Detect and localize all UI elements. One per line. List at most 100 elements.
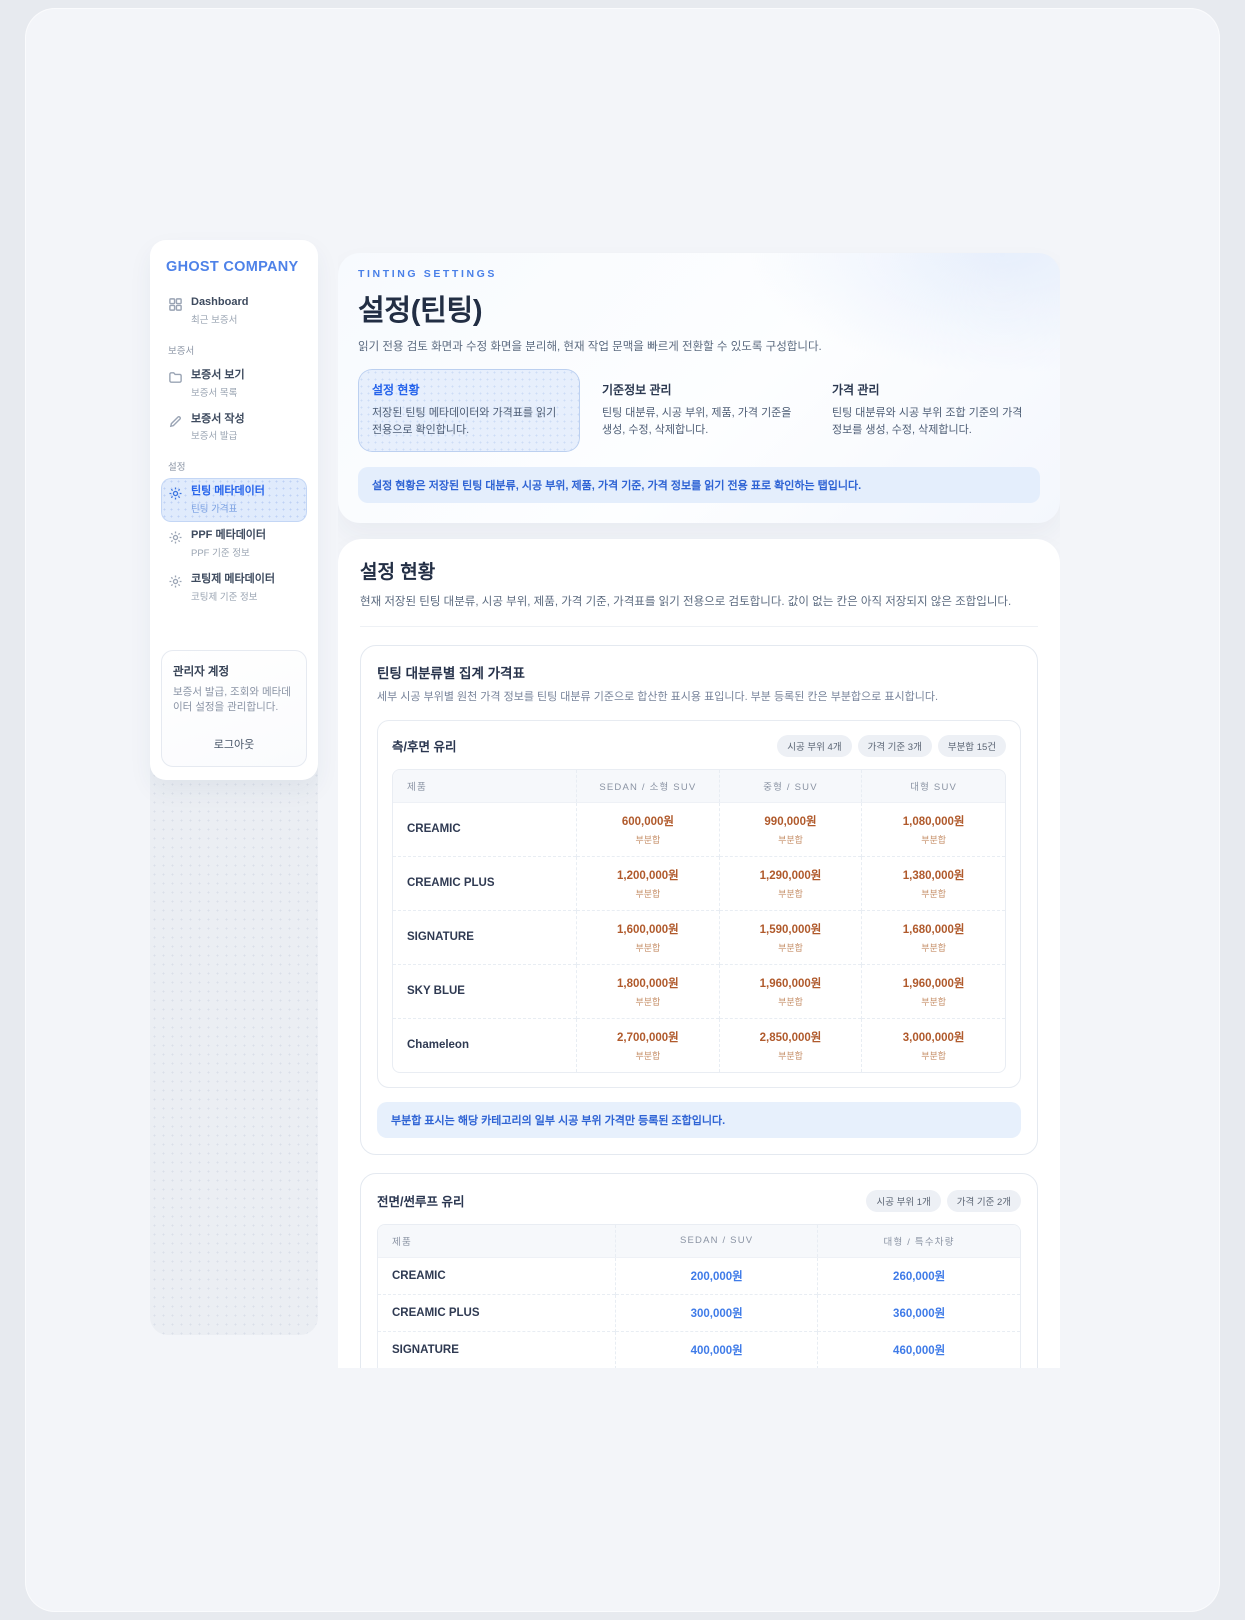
sidebar-item-warranty-view[interactable]: 보증서 보기보증서 목록 <box>161 362 307 406</box>
price-cell: 360,000원 <box>817 1293 1020 1332</box>
price-value: 1,080,000원 <box>902 815 965 828</box>
sidebar-item-warranty-create[interactable]: 보증서 작성 보증서 발급 <box>161 406 307 450</box>
product-name-cell: CREAMIC PLUS <box>393 855 577 911</box>
price-value: 200,000원 <box>690 1270 743 1283</box>
count-badge: 부분합 15건 <box>937 734 1006 757</box>
price-cell: 990,000원 부분합 <box>718 802 862 857</box>
tab-list: 설정 현황 저장된 틴팅 메타데이터와 가격표를 읽기 전용으로 확인합니다. 기준… <box>358 369 1040 453</box>
price-cell: 2,700,000원 부분합 <box>576 1017 720 1072</box>
sidebar-item-dashboard[interactable]: Dashboard 최근 보증서 <box>161 289 307 333</box>
nav-item-subtitle: 틴팅 가격표 <box>191 504 238 515</box>
table-row: Chameleon 2,700,000원 부분합 2,850,000원 부분합 3,000… <box>393 1017 1005 1072</box>
tab-title: 설정 현황 <box>372 383 420 397</box>
price-value: 2,850,000원 <box>759 1031 822 1044</box>
partial-sum-tag: 부분합 <box>778 888 803 899</box>
tab-description: 틴팅 대분류, 시공 부위, 제품, 가격 기준을 생성, 수정, 삭제합니다. <box>602 407 792 437</box>
partial-sum-tag: 부분합 <box>778 1050 803 1061</box>
price-value: 260,000원 <box>893 1270 946 1283</box>
partial-sum-tag: 부분합 <box>635 1050 661 1061</box>
logout-button[interactable]: 로그아웃 <box>173 730 295 754</box>
price-cell: 400,000원 <box>615 1330 818 1368</box>
tab-overview[interactable]: 설정 현황저장된 틴팅 메타데이터와 가격표를 읽기 전용으로 확인합니다. <box>358 369 580 453</box>
product-name-cell: Chameleon <box>393 1017 577 1072</box>
product-name-cell: CREAMIC <box>392 1269 446 1282</box>
column-header: SEDAN / 소형 SUV <box>576 769 720 803</box>
header-info-banner: 설정 현황은 저장된 틴팅 대분류, 시공 부위, 제품, 가격 기준, 가격 … <box>358 467 1040 504</box>
nav-item-title: 틴팅 메타데이터 <box>191 485 265 498</box>
price-cell: 1,200,000원부분합 <box>576 855 720 911</box>
price-value: 1,960,000원 <box>902 977 965 990</box>
price-cell: 460,000원 <box>817 1330 1020 1368</box>
partial-sum-tag: 부분합 <box>635 888 661 899</box>
price-value: 1,200,000원 <box>617 869 679 882</box>
tab-title: 기준정보 관리 <box>602 383 672 397</box>
page-title: 설정(틴팅) <box>358 295 483 327</box>
tab-price[interactable]: 가격 관리 틴팅 대분류와 시공 부위 조합 기준의 가격 정보를 생성, 수정,… <box>818 369 1040 452</box>
nav-item-title: PPF 메타데이터 <box>191 529 267 541</box>
price-cell: 1,290,000원부분합 <box>718 855 862 911</box>
grid-icon <box>168 297 183 312</box>
nav-item-subtitle: 보증서 목록 <box>191 387 238 399</box>
page-header-card: TINTING SETTINGS 설정(틴팅) 읽기 전용 검토 화면과 수정 … <box>338 253 1060 523</box>
count-badge: 시공 부위 4개 <box>777 734 852 757</box>
price-value: 1,290,000원 <box>759 869 822 882</box>
price-cell: 1,380,000원 부분합 <box>861 855 1005 911</box>
table-card-header: 측/후면 유리 시공 부위 4개 가격 기준 3개 부분합 15건 <box>392 734 1006 757</box>
partial-sum-tag: 부분합 <box>778 942 803 953</box>
price-value: 300,000원 <box>690 1307 743 1320</box>
price-cell: 1,800,000원 부분합 <box>576 963 720 1019</box>
sidebar-nav: Dashboard 최근 보증서 보증서 보증서 보기 보증서 목록 보증서 작성 보증서 … <box>161 289 307 610</box>
price-value: 460,000원 <box>893 1344 946 1357</box>
partial-sum-tag: 부분합 <box>778 834 803 845</box>
price-value: 1,960,000원 <box>759 977 822 990</box>
page-subtitle: 읽기 전용 검토 화면과 수정 화면을 분리해, 현재 작업 문맥을 빠르게 전… <box>358 341 822 353</box>
count-badge: 가격 기준 2개 <box>946 1189 1021 1212</box>
price-cell: 300,000원 <box>615 1293 818 1332</box>
overview-section-card: 설정 현황 현재 저장된 틴팅 대분류, 시공 부위, 제품, 가격 기준, 가… <box>338 539 1060 1368</box>
partial-sum-tag: 부분합 <box>635 942 661 953</box>
column-header: 대형 / 특수차량 <box>817 1224 1020 1258</box>
table-row: CREAMIC 200,000원 260,000원 <box>378 1257 1020 1295</box>
count-badge: 시공 부위 1개 <box>866 1189 941 1212</box>
price-value: 360,000원 <box>893 1307 946 1320</box>
price-value: 600,000원 <box>621 815 674 828</box>
table-row: SIGNATURE 1,600,000원 부분합 1,590,000원 부분합 1,680… <box>393 909 1005 965</box>
price-value: 400,000원 <box>690 1344 743 1357</box>
column-header: 제품 <box>378 1224 616 1258</box>
table-row: SKY BLUE 1,800,000원 부분합 1,960,000원 부분합 1,960,… <box>393 963 1005 1019</box>
sidebar-item-tinting-metadata[interactable]: 틴팅 메타데이터틴팅 가격표 <box>161 478 307 522</box>
price-cell: 1,590,000원 부분합 <box>718 909 862 965</box>
table-badges: 시공 부위 1개 가격 기준 2개 <box>866 1189 1021 1212</box>
price-value: 1,380,000원 <box>902 869 965 882</box>
table-card: 측/후면 유리 시공 부위 4개 가격 기준 3개 부분합 15건제품 SEDAN / … <box>377 719 1021 1088</box>
table-card: 전면/썬루프 유리 시공 부위 1개 가격 기준 2개 제품 SEDAN / SUV 대형… <box>360 1172 1038 1368</box>
aggregate-panel-title: 틴팅 대분류별 집계 가격표 <box>377 666 525 682</box>
column-header: 중형 / SUV <box>718 769 862 803</box>
aggregate-panel-description: 세부 시공 부위별 원천 가격 정보를 틴팅 대분류 기준으로 합산한 표시용 … <box>377 691 939 704</box>
aggregate-table-slot: 측/후면 유리 시공 부위 4개 가격 기준 3개 부분합 15건제품 SEDAN / … <box>377 719 1021 1088</box>
price-table: 제품 SEDAN / 소형 SUV 중형 / SUV 대형 SUV CREAMIC 600… <box>393 769 1005 1072</box>
nav-item-text: 보증서 보기보증서 목록 <box>191 369 245 399</box>
table-badges: 시공 부위 4개 가격 기준 3개 부분합 15건 <box>777 734 1006 757</box>
price-value: 3,000,000원 <box>902 1031 965 1044</box>
aggregate-price-panel: 틴팅 대분류별 집계 가격표 세부 시공 부위별 원천 가격 정보를 틴팅 대분… <box>360 645 1038 1155</box>
tab-title: 가격 관리 <box>832 383 880 397</box>
sidebar: GHOST COMPANY Dashboard 최근 보증서 보증서 보증서 보기 보증… <box>150 240 318 1335</box>
nav-item-title: 보증서 보기 <box>191 368 245 381</box>
price-cell: 2,850,000원부분합 <box>718 1017 862 1072</box>
nav-item-subtitle: 코팅제 기준 정보 <box>191 591 258 603</box>
gear-icon <box>168 530 183 545</box>
price-cell: 200,000원 <box>615 1257 818 1295</box>
nav-item-title: 코팅제 메타데이터 <box>191 572 276 585</box>
table-row: CREAMIC PLUS 300,000원 360,000원 <box>378 1293 1020 1332</box>
sidebar-item-ppf-metadata[interactable]: PPF 메타데이터 PPF 기준 정보 <box>161 522 307 566</box>
sidebar-card: GHOST COMPANY Dashboard 최근 보증서 보증서 보증서 보기 보증… <box>150 240 318 780</box>
nav-item-text: PPF 메타데이터 PPF 기준 정보 <box>191 529 266 559</box>
sidebar-item-coating-metadata[interactable]: 코팅제 메타데이터코팅제 기준 정보 <box>161 566 307 610</box>
table-card-header: 전면/썬루프 유리 시공 부위 1개 가격 기준 2개 <box>377 1189 1021 1212</box>
tab-master-data[interactable]: 기준정보 관리틴팅 대분류, 시공 부위, 제품, 가격 기준을 생성, 수정,… <box>588 369 810 452</box>
tab-description: 저장된 틴팅 메타데이터와 가격표를 읽기 전용으로 확인합니다. <box>372 407 557 437</box>
page-eyebrow: TINTING SETTINGS <box>358 268 498 280</box>
table-title: 전면/썬루프 유리 <box>377 1195 465 1210</box>
product-name-cell: SIGNATURE <box>378 1330 616 1368</box>
